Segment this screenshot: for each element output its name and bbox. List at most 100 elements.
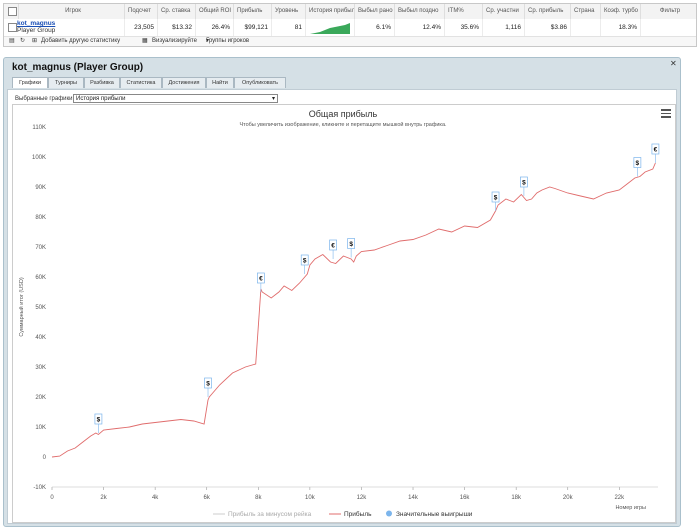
x-tick-label: 12k [357, 495, 368, 501]
col-country[interactable]: Страна [570, 4, 600, 19]
legend-rake: Прибыль за минусом рейка [228, 510, 312, 518]
col-count[interactable]: Подсчет [124, 4, 157, 19]
y-tick-label: 20K [35, 395, 46, 401]
cell-country [570, 19, 600, 36]
graphs-tab-content: Выбранные графики: История прибыли ▾ Общ… [7, 89, 677, 524]
tab-find[interactable]: Найти [206, 77, 234, 88]
add-stat-icon[interactable]: ⊞ [32, 36, 37, 46]
cell-late-exit: 12.4% [394, 19, 444, 36]
table-header-row: Игрок Подсчет Ср. ставка Общий ROI Прибы… [4, 4, 696, 20]
refresh-icon[interactable]: ↻ [20, 36, 25, 46]
row-checkbox[interactable] [8, 23, 17, 32]
col-level[interactable]: Уровень [271, 4, 305, 19]
x-tick-label: 18k [511, 495, 522, 501]
y-tick-label: 0 [43, 455, 47, 461]
tab-statistics[interactable]: Статистика [120, 77, 162, 88]
selected-graphs-value: История прибыли [76, 96, 126, 102]
tab-publish[interactable]: Опубликовать [234, 77, 286, 88]
col-late-exit[interactable]: Выбыл поздно [394, 4, 444, 19]
y-tick-label: 110K [32, 125, 46, 131]
chart-title: Общая прибыль [309, 109, 378, 119]
cell-count: 23,505 [124, 19, 157, 36]
cell-level: 81 [271, 19, 305, 36]
col-early-exit[interactable]: Выбыл рано [354, 4, 394, 19]
big-win-label: € [654, 147, 658, 154]
big-win-label: $ [97, 417, 101, 424]
tab-tournaments[interactable]: Турниры [48, 77, 84, 88]
legend-profit: Прибыль [344, 510, 372, 518]
col-avg-stake[interactable]: Ср. ставка [157, 4, 195, 19]
player-groups-dropdown[interactable]: Группы игроков ▾ [206, 36, 249, 46]
player-group: Player Group [17, 27, 56, 34]
y-tick-label: 100K [32, 155, 46, 161]
chart-menu-icon[interactable] [661, 109, 671, 118]
profit-history-sparkline [310, 23, 350, 34]
y-tick-label: 80K [35, 215, 46, 221]
select-all-checkbox[interactable] [8, 7, 17, 16]
player-name-link[interactable]: kot_magnus [17, 20, 55, 27]
cell-turbo: 18.3% [600, 19, 640, 36]
selected-graphs-select[interactable]: История прибыли ▾ [73, 94, 278, 103]
chart-subtitle: Чтобы увеличить изображение, кликните и … [239, 121, 447, 128]
col-turbo[interactable]: Коэф. турбо [600, 4, 640, 19]
y-tick-label: 40K [35, 335, 46, 341]
col-avg-entrants[interactable]: Ср. участни [482, 4, 524, 19]
y-tick-label: -10K [33, 485, 46, 491]
close-icon[interactable]: ✕ [670, 60, 678, 68]
col-avg-profit[interactable]: Ср. прибыль [524, 4, 570, 19]
selected-graphs-label: Выбранные графики: [15, 96, 75, 102]
big-win-label: $ [636, 160, 640, 167]
x-tick-label: 8k [255, 495, 262, 501]
y-tick-label: 60K [35, 275, 46, 281]
y-tick-label: 50K [35, 305, 46, 311]
col-profit[interactable]: Прибыль [233, 4, 271, 19]
x-tick-label: 4k [152, 495, 159, 501]
legend-bigwins: Значительные выигрыши [396, 511, 473, 518]
col-profit-history[interactable]: История прибыли [305, 4, 354, 19]
big-win-label: $ [206, 381, 210, 388]
y-tick-label: 30K [35, 365, 46, 371]
stats-table: Игрок Подсчет Ср. ставка Общий ROI Прибы… [3, 3, 697, 47]
col-filter[interactable]: Фильтр [640, 4, 696, 19]
table-toolbar: ▤ ↻ ⊞ Добавить другую статистику ▦ Визуа… [4, 36, 696, 46]
cell-profit: $99,121 [233, 19, 271, 36]
col-itm[interactable]: ITM% [444, 4, 482, 19]
x-tick-label: 16k [460, 495, 471, 501]
big-win-label: $ [349, 241, 353, 248]
cell-avg-profit: $3.86 [524, 19, 570, 36]
x-tick-label: 0 [50, 495, 54, 501]
y-tick-label: 70K [35, 245, 46, 251]
cell-roi: 26.4% [195, 19, 233, 36]
tab-achievements[interactable]: Достижения [162, 77, 206, 88]
delete-icon[interactable]: ▤ [9, 36, 15, 46]
cell-avg-stake: $13.32 [157, 19, 195, 36]
cell-avg-entrants: 1,116 [482, 19, 524, 36]
col-player[interactable]: Игрок [18, 4, 124, 19]
profit-series-line [51, 162, 656, 458]
tab-breakdown[interactable]: Разбивка [84, 77, 120, 88]
cell-early-exit: 6.1% [354, 19, 394, 36]
y-tick-label: 90K [35, 185, 46, 191]
y-axis-title: Суммарный итог (USD) [18, 277, 25, 336]
x-tick-label: 14k [408, 495, 419, 501]
visualize-link[interactable]: Визуализируйте [152, 36, 197, 46]
x-tick-label: 20k [563, 495, 574, 501]
big-win-label: $ [303, 258, 307, 265]
col-roi[interactable]: Общий ROI [195, 4, 233, 19]
chevron-down-icon: ▾ [271, 96, 275, 102]
x-tick-label: 6k [204, 495, 211, 501]
table-row[interactable]: kot_magnus Player Group 23,505 $13.32 26… [4, 19, 696, 37]
add-stat-link[interactable]: Добавить другую статистику [41, 36, 120, 46]
big-win-label: € [259, 276, 263, 283]
profit-chart[interactable]: Общая прибыль Чтобы увеличить изображение… [13, 105, 673, 520]
cell-itm: 35.6% [444, 19, 482, 36]
chart-container[interactable]: Общая прибыль Чтобы увеличить изображение… [12, 104, 676, 523]
tab-graphs[interactable]: Графики [12, 77, 48, 88]
panel-title: kot_magnus (Player Group) [12, 62, 144, 73]
big-win-label: $ [494, 195, 498, 202]
x-tick-label: 10k [305, 495, 316, 501]
visualize-icon[interactable]: ▦ [142, 36, 148, 46]
player-cell[interactable]: kot_magnus Player Group [17, 20, 55, 34]
player-panel: kot_magnus (Player Group) ✕ Графики Турн… [3, 57, 681, 527]
x-axis-title: Номер игры [615, 505, 646, 511]
